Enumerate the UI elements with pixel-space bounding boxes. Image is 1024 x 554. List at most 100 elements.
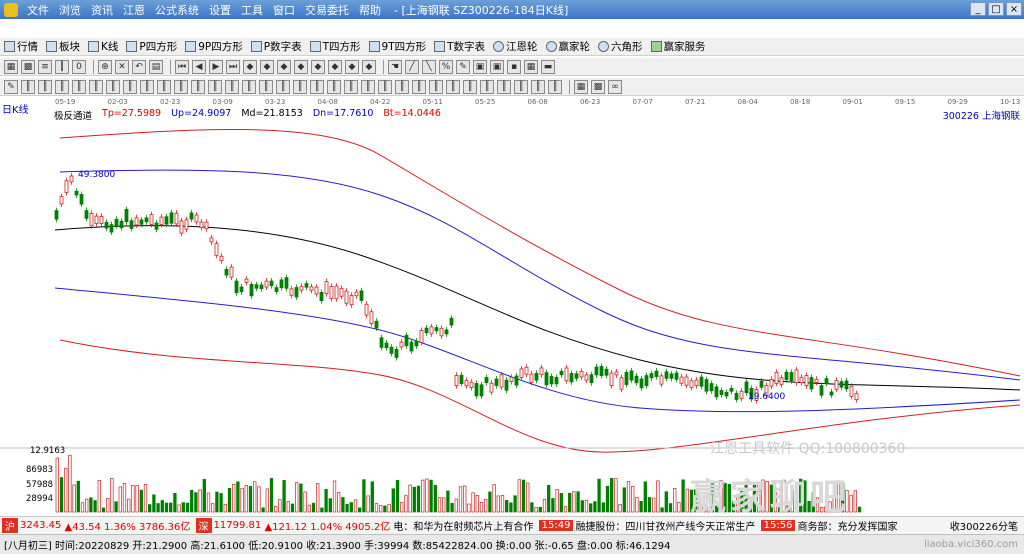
tool-t-square[interactable]: T四方形 xyxy=(309,39,361,54)
candle-body xyxy=(344,290,349,304)
bars-icon[interactable]: ║ xyxy=(463,79,477,94)
menu-browse[interactable]: 浏览 xyxy=(54,2,86,18)
bars-icon[interactable]: ║ xyxy=(38,79,52,94)
tool-winner-wheel[interactable]: 赢家轮 xyxy=(545,39,590,54)
tool-quotes[interactable]: 行情 xyxy=(4,39,38,54)
diamond-icon[interactable]: ◆ xyxy=(311,59,325,74)
link-icon[interactable]: ∞ xyxy=(608,79,622,94)
tool-kline[interactable]: K线 xyxy=(88,39,118,54)
undo-icon[interactable]: ↶ xyxy=(132,59,146,74)
diamond-icon[interactable]: ◆ xyxy=(362,59,376,74)
chart-icon[interactable]: ▤ xyxy=(149,59,163,74)
bar-icon[interactable]: ┃ xyxy=(55,59,69,74)
menu-gann[interactable]: 江恩 xyxy=(118,2,150,18)
next-icon[interactable]: ▶ xyxy=(209,59,223,74)
menu-trade[interactable]: 交易委托 xyxy=(300,2,354,18)
hand-icon[interactable]: ☚ xyxy=(388,59,402,74)
bars-icon[interactable]: ║ xyxy=(344,79,358,94)
bars-icon[interactable]: ║ xyxy=(531,79,545,94)
prev-icon[interactable]: ◀ xyxy=(192,59,206,74)
bars-icon[interactable]: ║ xyxy=(123,79,137,94)
bars-icon[interactable]: ║ xyxy=(480,79,494,94)
bars-icon[interactable]: ║ xyxy=(361,79,375,94)
maximize-button[interactable]: □ xyxy=(988,2,1004,16)
diamond-icon[interactable]: ◆ xyxy=(243,59,257,74)
bars-icon[interactable]: ║ xyxy=(174,79,188,94)
bars-icon[interactable]: ║ xyxy=(378,79,392,94)
diamond-icon[interactable]: ◆ xyxy=(277,59,291,74)
menu-help[interactable]: 帮助 xyxy=(354,2,386,18)
bars-icon[interactable]: ║ xyxy=(21,79,35,94)
bars-icon[interactable]: ║ xyxy=(259,79,273,94)
bars-icon[interactable]: ║ xyxy=(497,79,511,94)
line-icon[interactable]: ╱ xyxy=(405,59,419,74)
bars-icon[interactable]: ║ xyxy=(548,79,562,94)
close-button[interactable]: × xyxy=(1006,2,1022,16)
menu-formula[interactable]: 公式系统 xyxy=(150,2,204,18)
tool-p-square[interactable]: P四方形 xyxy=(126,39,177,54)
menu-settings[interactable]: 设置 xyxy=(204,2,236,18)
percent-icon[interactable]: % xyxy=(439,59,453,74)
news-item[interactable]: 商务部：充分发挥国家 xyxy=(797,518,897,533)
tool-hexagon[interactable]: 六角形 xyxy=(598,39,643,54)
minimize-button[interactable]: _ xyxy=(970,2,986,16)
bars-icon[interactable]: ║ xyxy=(157,79,171,94)
list-icon[interactable]: ≡ xyxy=(38,59,52,74)
bars-icon[interactable]: ║ xyxy=(327,79,341,94)
table-icon[interactable]: ▦ xyxy=(524,59,538,74)
zero-icon[interactable]: 0 xyxy=(72,59,86,74)
bars-icon[interactable]: ║ xyxy=(89,79,103,94)
tick-detail-link[interactable]: 收300226分笔 xyxy=(950,518,1018,533)
tool-p-table[interactable]: P数字表 xyxy=(250,39,302,54)
tool-t-table[interactable]: T数字表 xyxy=(434,39,485,54)
layout-icon[interactable]: ▦ xyxy=(4,59,18,74)
vol-tick: 12.9163 xyxy=(30,446,66,456)
grid-icon[interactable]: ▩ xyxy=(21,59,35,74)
image-icon[interactable]: ▣ xyxy=(490,59,504,74)
bars-icon[interactable]: ║ xyxy=(429,79,443,94)
bars-icon[interactable]: ║ xyxy=(514,79,528,94)
image-icon[interactable]: ▣ xyxy=(473,59,487,74)
tool-gann-wheel[interactable]: 江恩轮 xyxy=(493,39,538,54)
bars-icon[interactable]: ║ xyxy=(72,79,86,94)
menu-info[interactable]: 资讯 xyxy=(86,2,118,18)
bars-icon[interactable]: ║ xyxy=(412,79,426,94)
bars-icon[interactable]: ║ xyxy=(310,79,324,94)
first-icon[interactable]: ⏮ xyxy=(175,59,189,74)
bars-icon[interactable]: ║ xyxy=(446,79,460,94)
bars-icon[interactable]: ║ xyxy=(208,79,222,94)
bars-icon[interactable]: ║ xyxy=(395,79,409,94)
table-icon[interactable]: ▦ xyxy=(574,79,588,94)
diamond-icon[interactable]: ◆ xyxy=(345,59,359,74)
diamond-icon[interactable]: ◆ xyxy=(328,59,342,74)
bars-icon[interactable]: ║ xyxy=(225,79,239,94)
tool-9p-square[interactable]: 9P四方形 xyxy=(185,39,243,54)
bars-icon[interactable]: ║ xyxy=(242,79,256,94)
news-item[interactable]: 电：和华为在射频芯片上有合作 xyxy=(393,518,533,533)
grid-icon[interactable]: ▩ xyxy=(591,79,605,94)
bars-icon[interactable]: ║ xyxy=(140,79,154,94)
line-icon[interactable]: ╲ xyxy=(422,59,436,74)
bars-icon[interactable]: ║ xyxy=(276,79,290,94)
pencil-icon[interactable]: ✎ xyxy=(4,79,18,94)
menu-tools[interactable]: 工具 xyxy=(236,2,268,18)
tool-winner-service[interactable]: 赢家服务 xyxy=(650,39,706,54)
news-item[interactable]: 融捷股份：四川甘孜州产线今天正常生产 xyxy=(575,518,755,533)
bars-icon[interactable]: ║ xyxy=(293,79,307,94)
last-icon[interactable]: ⏭ xyxy=(226,59,240,74)
menu-window[interactable]: 窗口 xyxy=(268,2,300,18)
bars-icon[interactable]: ║ xyxy=(55,79,69,94)
tool-9t-square[interactable]: 9T四方形 xyxy=(368,39,426,54)
save-icon[interactable]: ▪ xyxy=(507,59,521,74)
bars-icon[interactable]: ║ xyxy=(191,79,205,94)
diamond-icon[interactable]: ◆ xyxy=(260,59,274,74)
tool-sector[interactable]: 板块 xyxy=(46,39,80,54)
zoom-icon[interactable]: ⊕ xyxy=(98,59,112,74)
note-icon[interactable]: ✎ xyxy=(456,59,470,74)
bars-icon[interactable]: ║ xyxy=(106,79,120,94)
menu-file[interactable]: 文件 xyxy=(22,2,54,18)
diamond-icon[interactable]: ◆ xyxy=(294,59,308,74)
truck-icon[interactable]: ▬ xyxy=(541,59,555,74)
volume-bar xyxy=(685,488,689,513)
mark-icon[interactable]: ✕ xyxy=(115,59,129,74)
